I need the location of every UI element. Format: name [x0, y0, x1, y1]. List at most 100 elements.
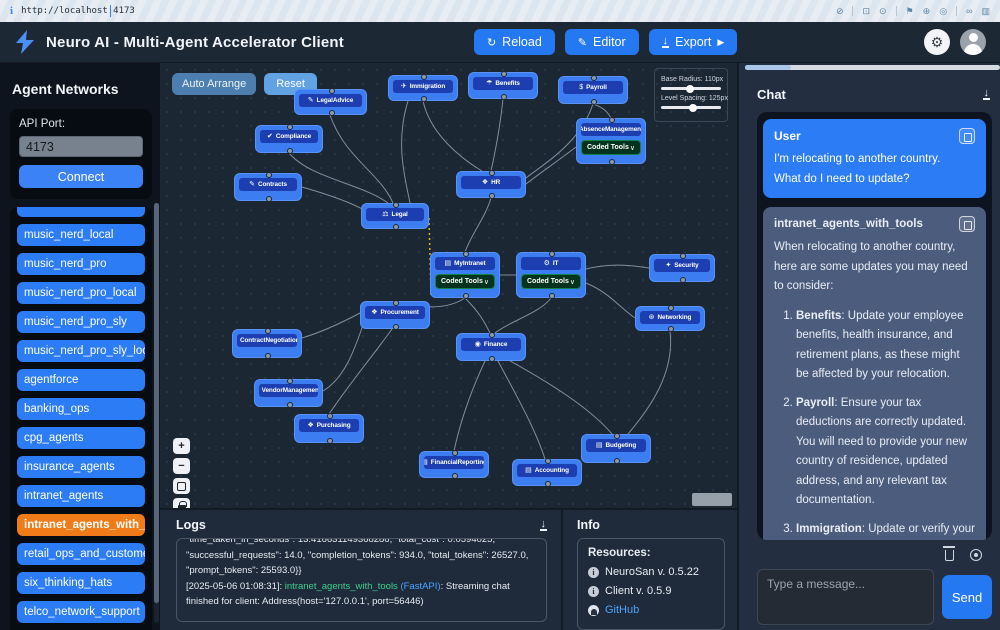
reload-button[interactable]: ↻ Reload	[474, 29, 555, 55]
log-line: [2025-05-06 01:08:31]: intranet_agents_w…	[186, 579, 537, 610]
graph-node-contractnegotiation[interactable]: •ContractNegotiation	[232, 329, 302, 358]
copy-icon[interactable]	[959, 128, 975, 144]
settings-button[interactable]: ⚙	[924, 29, 950, 55]
camera-icon[interactable]: ⊙	[879, 6, 887, 17]
sidebar-heading: Agent Networks	[12, 81, 152, 97]
download-chat-icon[interactable]: ↓	[983, 89, 991, 100]
list-item-music_nerd_pro_sly_local[interactable]: music_nerd_pro_sly_local	[17, 340, 145, 362]
graph-node-accounting[interactable]: ▤Accounting	[512, 459, 582, 486]
list-item-music_nerd_pro_sly[interactable]: music_nerd_pro_sly	[17, 311, 145, 333]
report-icon: ▤	[424, 459, 428, 466]
network-icon: ❖	[371, 309, 377, 316]
zoom-in-button[interactable]: +	[173, 438, 190, 454]
shield-icon: ✦	[665, 262, 671, 269]
graph-node-procurement[interactable]: ❖Procurement	[360, 301, 430, 329]
sidebar-scrollbar[interactable]	[154, 203, 159, 623]
list-item-partial[interactable]	[17, 207, 145, 217]
list-item-music_nerd_pro_local[interactable]: music_nerd_pro_local	[17, 282, 145, 304]
info-icon[interactable]: i	[10, 5, 13, 17]
list-item-music_nerd_pro[interactable]: music_nerd_pro	[17, 253, 145, 275]
copy-icon[interactable]	[959, 216, 975, 232]
level-spacing-slider[interactable]	[661, 106, 721, 109]
export-caret-icon: ▶	[717, 37, 724, 48]
url-field[interactable]: http://localhost:4173	[21, 6, 135, 16]
api-port-input[interactable]	[19, 136, 143, 157]
graph-node-vendormanagement[interactable]: •VendorManagement	[254, 379, 323, 407]
graph-node-myintranet[interactable]: ▤MyIntranet Coded Tools∨	[430, 252, 500, 298]
globe-icon[interactable]: ⊕	[923, 6, 931, 17]
fit-view-button[interactable]	[173, 478, 190, 494]
chat-messages[interactable]: User I'm relocating to another country. …	[757, 112, 992, 540]
send-button[interactable]: Send	[942, 575, 992, 619]
download-logs-icon[interactable]: ↓	[540, 520, 548, 531]
profile-avatar[interactable]	[960, 29, 986, 55]
graph-node-purchasing[interactable]: ❖Purchasing	[294, 414, 364, 443]
export-button[interactable]: ↓ Export ▶	[649, 29, 738, 55]
connect-button[interactable]: Connect	[19, 165, 143, 188]
coded-tools-dropdown[interactable]: Coded Tools∨	[581, 140, 641, 155]
graph-node-benefits[interactable]: ☂Benefits	[468, 72, 538, 99]
chat-input[interactable]	[757, 569, 934, 625]
graph-node-payroll[interactable]: $Payroll	[558, 76, 628, 104]
list-item-agentforce[interactable]: agentforce	[17, 369, 145, 391]
ledger-icon: ▤	[525, 467, 532, 474]
scroll-to-bottom-icon[interactable]	[970, 549, 982, 561]
layout-sliders-panel: Base Radius: 110px Level Spacing: 125px	[654, 68, 728, 122]
list-item-cpg_agents[interactable]: cpg_agents	[17, 427, 145, 449]
logs-heading: Logs	[176, 518, 206, 532]
columns-icon[interactable]: ▥	[981, 6, 990, 17]
list-item-telco_network_support[interactable]: telco_network_support	[17, 601, 145, 623]
graph-node-legal[interactable]: ⚖Legal	[361, 203, 429, 229]
canvas-horizontal-scrollbar[interactable]	[692, 493, 732, 506]
github-link[interactable]: GitHub	[605, 604, 639, 616]
graph-node-it[interactable]: ⚙IT Coded Tools∨	[516, 252, 586, 298]
agent-message-intro: When relocating to another country, here…	[774, 238, 975, 297]
reload-icon: ↻	[487, 36, 496, 49]
lock-button[interactable]	[173, 498, 190, 508]
graph-node-absencemanagement[interactable]: AbsenceManagement Coded Tools∨	[576, 118, 646, 164]
graph-node-security[interactable]: ✦Security	[649, 254, 715, 282]
zoom-out-button[interactable]: −	[173, 458, 190, 474]
lock-icon	[178, 505, 186, 508]
editor-button[interactable]: ✎ Editor	[565, 29, 639, 55]
graph-node-budgeting[interactable]: ▤Budgeting	[581, 434, 651, 463]
list-item-intranet_agents_with_tools-active[interactable]: intranet_agents_with_tools	[17, 514, 145, 536]
list-item-banking_ops[interactable]: banking_ops	[17, 398, 145, 420]
graph-node-compliance[interactable]: ✔Compliance	[255, 125, 323, 153]
list-item-six_thinking_hats[interactable]: six_thinking_hats	[17, 572, 145, 594]
coded-tools-dropdown[interactable]: Coded Tools∨	[521, 274, 581, 289]
user-message-bubble: User I'm relocating to another country. …	[763, 119, 986, 198]
logs-output[interactable]: "time_taken_in_seconds": 13.416631149368…	[176, 538, 547, 622]
graph-node-contracts[interactable]: ✎Contracts	[234, 173, 302, 201]
trash-icon[interactable]	[945, 550, 954, 561]
flag-icon[interactable]: ⚑	[906, 6, 914, 17]
share-icon[interactable]: ⊡	[862, 6, 870, 17]
list-item-insurance_agents[interactable]: insurance_agents	[17, 456, 145, 478]
graph-node-financialreporting[interactable]: ▤FinancialReporting	[419, 451, 489, 478]
graph-node-networking[interactable]: ⊛Networking	[635, 306, 705, 331]
target-icon[interactable]: ◎	[939, 6, 947, 17]
agent-graph-canvas[interactable]: Auto Arrange Reset Base Radius: 110px Le…	[160, 63, 737, 508]
pen-icon: ✎	[249, 181, 255, 188]
info-panel: Info Resources: iNeuroSan v. 0.5.22 iCli…	[563, 510, 737, 630]
coded-tools-dropdown[interactable]: Coded Tools∨	[435, 274, 495, 289]
auto-arrange-button[interactable]: Auto Arrange	[172, 73, 256, 95]
chevron-down-icon: ∨	[484, 278, 489, 286]
extension-icon[interactable]: ∞	[966, 6, 972, 16]
graph-node-legaladvice[interactable]: ✎LegalAdvice	[294, 89, 367, 115]
api-port-panel: API Port: Connect	[10, 109, 152, 199]
list-item: Benefits: Update your employee benefits,…	[796, 307, 975, 385]
chat-top-scrollbar[interactable]	[745, 65, 1000, 70]
user-message-text: What do I need to update?	[774, 170, 975, 190]
graph-node-hr[interactable]: ❖HR	[456, 171, 526, 198]
graph-node-immigration[interactable]: ✈Immigration	[388, 75, 458, 101]
graph-node-finance[interactable]: ◉Finance	[456, 333, 526, 361]
neurosan-version: NeuroSan v. 0.5.22	[605, 566, 699, 578]
gear-icon: ⚙	[931, 34, 944, 51]
scales-icon: ⚖	[382, 211, 388, 218]
list-item-intranet_agents[interactable]: intranet_agents	[17, 485, 145, 507]
link-icon[interactable]: ⊘	[836, 6, 844, 17]
base-radius-slider[interactable]	[661, 87, 721, 90]
list-item-music_nerd_local[interactable]: music_nerd_local	[17, 224, 145, 246]
list-item-retail_ops_and_customer_service[interactable]: retail_ops_and_customer_serv	[17, 543, 145, 565]
